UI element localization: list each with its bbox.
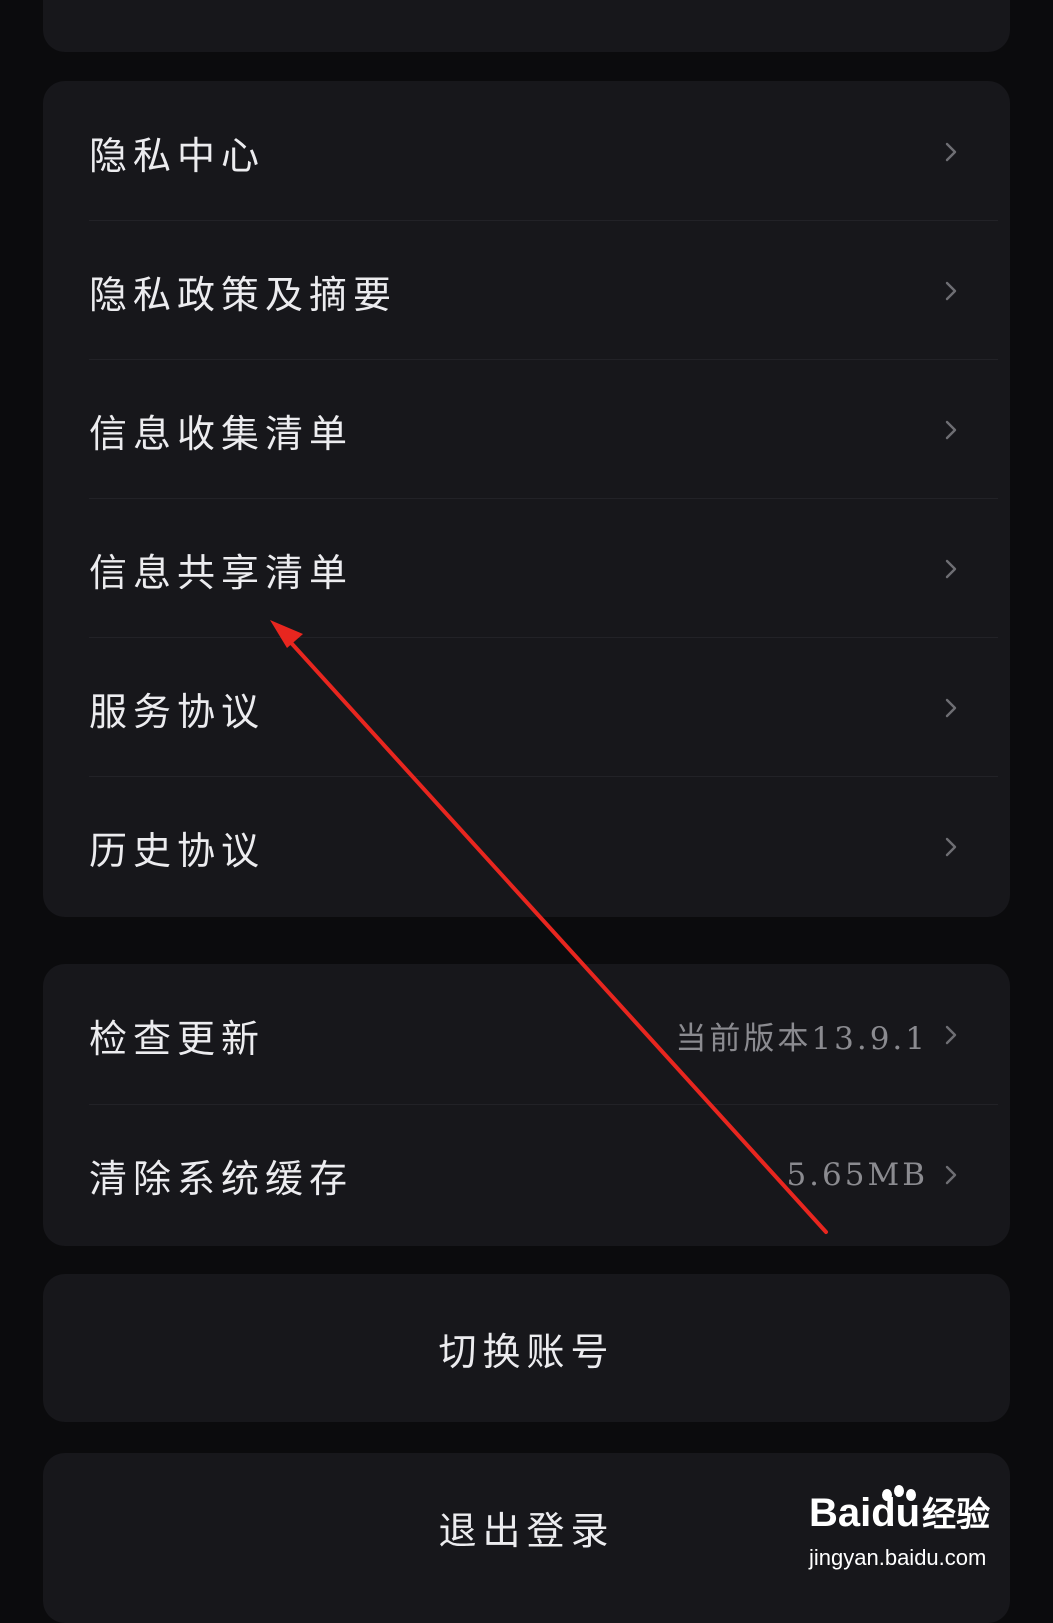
chevron-right-icon [938,1162,964,1188]
info-sharing-list-label: 信息共享清单 [89,550,354,595]
watermark-brand-cn: 经验 [922,1496,991,1534]
chevron-right-icon [938,834,964,860]
privacy-policy-row[interactable]: 隐私政策及摘要 [43,220,1010,362]
clear-cache-row[interactable]: 清除系统缓存 5.65MB [43,1104,1010,1246]
chevron-right-icon [938,417,964,443]
chevron-right-icon [938,139,964,165]
current-version-value: 当前版本13.9.1 [675,1020,928,1057]
info-collection-list-label: 信息收集清单 [89,411,354,456]
history-agreement-label: 历史协议 [89,828,266,873]
info-sharing-list-row[interactable]: 信息共享清单 [43,498,1010,640]
service-agreement-row[interactable]: 服务协议 [43,637,1010,779]
check-update-label: 检查更新 [89,1016,266,1061]
baidu-paw-icon [882,1485,916,1501]
privacy-center-row[interactable]: 隐私中心 [43,81,1010,223]
cache-size-value: 5.65MB [786,1157,928,1193]
watermark-url: jingyan.baidu.com [809,1545,987,1570]
check-update-row[interactable]: 检查更新 当前版本13.9.1 [43,964,1010,1106]
privacy-policy-label: 隐私政策及摘要 [89,272,398,317]
info-collection-list-row[interactable]: 信息收集清单 [43,359,1010,501]
watermark-brand-bai: Bai [809,1491,872,1535]
chevron-right-icon [938,278,964,304]
service-agreement-label: 服务协议 [89,689,266,734]
switch-account-card: 切换账号 [43,1274,1010,1422]
chevron-right-icon [938,695,964,721]
clear-cache-label: 清除系统缓存 [89,1156,354,1201]
privacy-center-label: 隐私中心 [89,133,266,178]
history-agreement-row[interactable]: 历史协议 [43,776,1010,917]
baidu-jingyan-watermark: Baidu经验 jingyan.baidu.com [805,1485,1005,1585]
privacy-card: 隐私中心 隐私政策及摘要 信息收集清单 信息共享清单 服务协议 历史协议 [43,81,1010,917]
system-card: 检查更新 当前版本13.9.1 清除系统缓存 5.65MB [43,964,1010,1246]
top-card [43,0,1010,52]
chevron-right-icon [938,556,964,582]
switch-account-button[interactable]: 切换账号 [43,1274,1010,1422]
chevron-right-icon [938,1022,964,1048]
